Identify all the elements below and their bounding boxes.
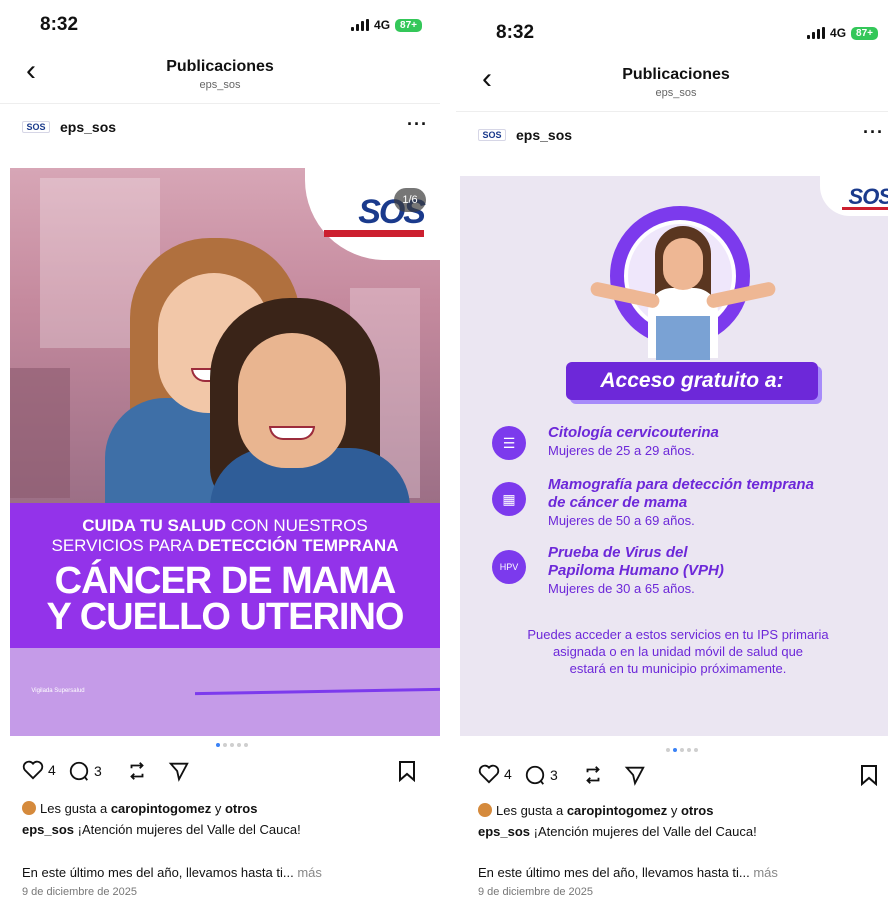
send-icon: [624, 766, 645, 786]
description-line: En este último mes del año, llevamos has…: [22, 865, 322, 880]
nav-header: ‹ Publicaciones eps_sos: [0, 46, 440, 104]
signal-icon: [351, 19, 370, 31]
service-title: de cáncer de mama: [548, 494, 688, 511]
status-time: 8:32: [40, 14, 79, 35]
share-button[interactable]: [624, 764, 646, 786]
sos-logo-badge: SOS: [820, 176, 888, 216]
footer-note: Puedes acceder a estos servicios en tu I…: [527, 627, 829, 676]
status-bar: 8:32 4G 87+: [456, 8, 888, 54]
caption-line: eps_sos ¡Atención mujeres del Valle del …: [478, 824, 757, 839]
avatar[interactable]: SOS: [22, 121, 50, 133]
network-label: 4G: [830, 26, 847, 40]
save-button[interactable]: [860, 764, 878, 786]
service-subtitle: Mujeres de 25 a 29 años.: [548, 443, 695, 458]
description-line: En este último mes del año, llevamos has…: [478, 865, 778, 880]
hpv-virus-icon: HPV: [492, 550, 526, 584]
caption-line: eps_sos ¡Atención mujeres del Valle del …: [22, 822, 301, 837]
right-screenshot: 8:32 4G 87+ ‹ Publicaciones eps_sos SOS …: [456, 8, 888, 907]
network-label: 4G: [374, 18, 391, 32]
left-screenshot: 8:32 4G 87+ ‹ Publicaciones eps_sos SOS …: [0, 0, 440, 907]
like-button[interactable]: 4: [478, 764, 512, 784]
access-title: Acceso gratuito a:: [566, 362, 818, 400]
post-actions: 4 3: [0, 760, 440, 792]
footer-logo: Vigilada Supersalud: [31, 688, 85, 694]
image-counter: 1/6: [394, 188, 426, 212]
like-count: 4: [48, 762, 56, 778]
likes-line: Les gusta a caropintogomez y otros: [478, 803, 713, 818]
more-options-icon[interactable]: ···: [863, 122, 884, 143]
service-title: Mamografía para detección temprana: [548, 476, 814, 493]
status-time: 8:32: [496, 22, 535, 43]
post-username[interactable]: eps_sos: [516, 127, 572, 143]
signal-icon: [807, 27, 826, 39]
post-date: 9 de diciembre de 2025: [22, 886, 137, 898]
battery-icon: 87+: [851, 26, 878, 40]
post-actions: 4 3: [456, 764, 888, 796]
mammography-icon: ▦: [492, 482, 526, 516]
woman-face: [663, 238, 703, 290]
comment-button[interactable]: 3: [524, 764, 558, 786]
cytology-icon: ☰: [492, 426, 526, 460]
carousel-dots: [216, 743, 248, 747]
woman-right-face: [238, 333, 346, 468]
comment-icon: [69, 761, 89, 781]
page-title: Publicaciones: [166, 58, 274, 75]
send-icon: [168, 762, 189, 782]
headline-line2: SERVICIOS PARA DETECCIÓN TEMPRANA: [51, 536, 399, 555]
post-header: SOS eps_sos ···: [456, 112, 888, 158]
comment-button[interactable]: 3: [68, 760, 102, 782]
repost-button[interactable]: [126, 760, 148, 782]
repost-button[interactable]: [582, 764, 604, 786]
nav-header: ‹ Publicaciones eps_sos: [456, 54, 888, 112]
service-subtitle: Mujeres de 50 a 69 años.: [548, 513, 695, 528]
post-image[interactable]: SOS 1/6 Vigilada Supersalud CUIDA TU SAL…: [10, 168, 440, 736]
battery-icon: 87+: [395, 18, 422, 32]
status-bar: 8:32 4G 87+: [0, 0, 440, 46]
bookmark-icon: [399, 761, 415, 782]
avatar[interactable]: SOS: [478, 129, 506, 141]
page-subtitle: eps_sos: [199, 79, 241, 91]
carousel-dots: [666, 748, 698, 752]
more-link[interactable]: más: [297, 865, 322, 880]
post-image[interactable]: SOS Acceso gratuito a: ☰ Citología cervi…: [460, 176, 888, 736]
repost-icon: [130, 762, 144, 780]
service-title: Citología cervicouterina: [548, 424, 719, 441]
repost-icon: [586, 766, 600, 784]
liker-avatar: [478, 803, 492, 817]
comment-icon: [525, 765, 545, 785]
share-button[interactable]: [168, 760, 190, 782]
post-username[interactable]: eps_sos: [60, 119, 116, 135]
more-options-icon[interactable]: ···: [407, 114, 428, 135]
more-link[interactable]: más: [753, 865, 778, 880]
likes-line: Les gusta a caropintogomez y otros: [22, 801, 257, 816]
service-title: Papiloma Humano (VPH): [548, 562, 724, 579]
page-title: Publicaciones: [622, 66, 730, 83]
like-count: 4: [504, 766, 512, 782]
post-date: 9 de diciembre de 2025: [478, 886, 593, 898]
save-button[interactable]: [398, 760, 416, 782]
comment-count: 3: [550, 767, 558, 783]
post-header: SOS eps_sos ···: [0, 104, 440, 150]
like-button[interactable]: 4: [22, 760, 56, 780]
headline-line1: CUIDA TU SALUD CON NUESTROS: [82, 516, 368, 535]
headline-big2: Y CUELLO UTERINO: [46, 596, 405, 638]
comment-count: 3: [94, 763, 102, 779]
heart-icon: [22, 760, 44, 780]
heart-icon: [478, 764, 500, 784]
bookmark-icon: [861, 765, 877, 786]
service-subtitle: Mujeres de 30 a 65 años.: [548, 581, 695, 596]
liker-avatar: [22, 801, 36, 815]
service-title: Prueba de Virus del: [548, 544, 688, 561]
page-subtitle: eps_sos: [655, 87, 697, 99]
